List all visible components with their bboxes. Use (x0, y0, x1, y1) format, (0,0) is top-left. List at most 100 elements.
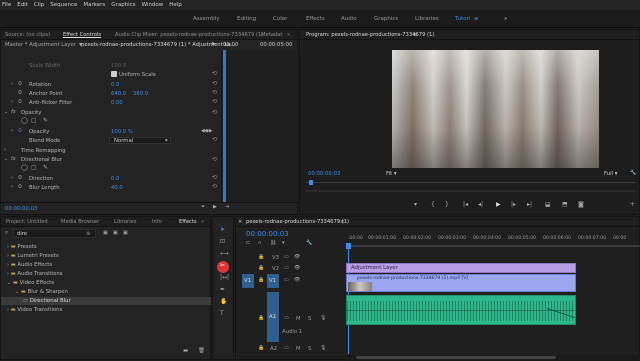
delete-icon[interactable]: 🗑 (198, 348, 205, 355)
pen-mask-icon[interactable]: ✎ (43, 165, 48, 171)
workspace-libraries[interactable]: Libraries (415, 16, 439, 22)
workspace-audio[interactable]: Audio (341, 16, 357, 22)
tab-libraries[interactable]: Libraries (114, 219, 136, 225)
microphone-icon[interactable]: 🎙 (320, 316, 326, 321)
effect-controls-more-button[interactable]: » (287, 32, 290, 38)
tab-source[interactable]: Source: (no clips) (5, 32, 50, 38)
sync-lock-icon[interactable]: ▭ (284, 266, 289, 271)
menu-sequence[interactable]: Sequence (50, 2, 77, 8)
fx-icon[interactable]: fx (11, 157, 16, 162)
close-icon[interactable]: × (238, 219, 242, 225)
workspace-more-button[interactable]: » (504, 16, 507, 22)
anchor-x-value[interactable]: 640.0 (111, 91, 126, 97)
clear-search-icon[interactable]: ⊗ (86, 231, 90, 237)
menu-file[interactable]: File (2, 2, 11, 8)
fx-icon[interactable]: fx (11, 110, 16, 115)
lift-icon[interactable]: ⬓ (545, 202, 551, 208)
ellipse-mask-icon[interactable]: ◯ (21, 165, 28, 171)
tab-info[interactable]: Info (152, 219, 162, 225)
playhead-line[interactable] (223, 50, 226, 202)
workspace-editing[interactable]: Editing (237, 16, 256, 22)
32bit-effects-icon[interactable]: ▣ (113, 231, 118, 236)
zoom-bar[interactable] (306, 190, 636, 192)
program-scrubber[interactable] (306, 182, 636, 183)
workspace-graphics[interactable]: Graphics (374, 16, 398, 22)
tab-metadata[interactable]: Metadat (261, 32, 282, 38)
hand-tool-icon[interactable]: ✋ (220, 299, 227, 305)
anchor-y-value[interactable]: 360.0 (133, 91, 148, 97)
go-to-in-icon[interactable]: |◂ (463, 202, 468, 208)
insert-sequence-icon[interactable]: ⊏ (246, 241, 250, 246)
menu-graphics[interactable]: Graphics (111, 2, 135, 8)
play-only-audio-icon[interactable]: ▶ (212, 42, 216, 47)
video-frame[interactable] (392, 50, 599, 168)
track-target-a1[interactable]: A1 (267, 292, 279, 342)
microphone-icon[interactable]: 🎙 (320, 346, 326, 351)
antiflicker-value[interactable]: 0.00 (111, 100, 123, 106)
lock-icon[interactable]: 🔒 (258, 316, 264, 321)
reset-icon[interactable]: ⟲ (212, 89, 217, 96)
list-item[interactable]: › ▬ Audio Effects (7, 262, 52, 268)
type-tool-icon[interactable]: T (220, 311, 224, 317)
extract-icon[interactable]: ⬒ (562, 202, 568, 208)
selection-tool-icon[interactable]: ➤ (220, 227, 225, 233)
reset-icon[interactable]: ⟲ (212, 174, 217, 181)
workspace-tutorials[interactable]: Tutori (455, 16, 470, 22)
workspace-effects[interactable]: Effects (306, 16, 325, 22)
sync-lock-icon[interactable]: ▭ (284, 346, 289, 351)
effect-controls-timecode[interactable]: 00:00:00:03 (5, 206, 37, 212)
menu-edit[interactable]: Edit (17, 2, 28, 8)
timeline-ruler[interactable]: :00:00 00:00:01:00 00:00:02:00 00:00:03:… (346, 234, 640, 249)
sync-lock-icon[interactable]: ▭ (284, 278, 289, 283)
lock-icon[interactable]: 🔒 (258, 346, 264, 351)
reset-icon[interactable]: ⟲ (212, 156, 217, 163)
reset-icon[interactable]: ⟲ (212, 109, 217, 116)
workspace-menu-icon[interactable]: ≡ (474, 16, 479, 22)
accelerated-effects-icon[interactable]: ▣ (103, 231, 108, 236)
blur-length-value[interactable]: 40.0 (111, 185, 123, 191)
reset-icon[interactable]: ⟲ (212, 98, 217, 105)
blend-mode-select[interactable]: Normal ▾ (109, 137, 171, 144)
list-item[interactable]: › ▬ Audio Transitions (7, 271, 63, 277)
list-item[interactable]: › ▬ Lumetri Presets (7, 253, 59, 259)
tab-effects[interactable]: Effects (179, 219, 197, 225)
video-clip[interactable]: pexels-rodnae-productions-7334679 (1).mp… (346, 274, 576, 292)
add-marker-icon[interactable]: ▾ (282, 241, 285, 246)
go-to-out-icon[interactable]: ▸| (527, 202, 532, 208)
export-icon[interactable]: ⇥ (225, 205, 229, 210)
opacity-value[interactable]: 100.0 % (111, 129, 133, 135)
stopwatch-icon[interactable]: ⏱ (18, 185, 22, 190)
timeline-settings-icon[interactable]: 🔧 (306, 241, 312, 246)
lock-icon[interactable]: 🔒 (258, 278, 264, 283)
lock-icon[interactable]: 🔒 (258, 266, 264, 271)
eye-icon[interactable]: 👁 (294, 266, 300, 271)
razor-tool-icon[interactable]: ✂ (220, 263, 225, 269)
camera-icon[interactable]: ◙ (578, 202, 584, 208)
stopwatch-icon[interactable]: ⏱ (18, 129, 22, 134)
reset-icon[interactable]: ⟲ (212, 70, 217, 77)
tab-effect-controls[interactable]: Effect Controls (63, 32, 101, 38)
keyframe-area[interactable] (222, 50, 298, 202)
list-item[interactable]: › ▬ Presets (7, 244, 37, 250)
pen-mask-icon[interactable]: ✎ (43, 118, 48, 124)
expand-antiflicker-icon[interactable]: › (11, 100, 13, 105)
uniform-scale-checkbox[interactable] (111, 71, 117, 77)
mark-in-icon[interactable]: { (431, 202, 435, 208)
menu-help[interactable]: Help (169, 2, 182, 8)
timeline-scroll-thumb[interactable] (356, 356, 556, 359)
stopwatch-icon[interactable]: ⏱ (18, 176, 22, 181)
play-icon[interactable]: ▶ (213, 205, 217, 210)
program-playhead[interactable] (309, 180, 313, 185)
add-button-icon[interactable]: + (630, 202, 635, 208)
play-icon[interactable]: ▶ (496, 202, 501, 208)
expand-time-remap-icon[interactable]: › (4, 148, 6, 153)
fit-select[interactable]: Fit ▾ (386, 171, 397, 177)
lock-icon[interactable]: 🔒 (258, 255, 264, 260)
program-menu-icon[interactable]: ≡ (413, 32, 417, 38)
timeline-scrollbar[interactable] (346, 355, 640, 361)
sync-lock-icon[interactable]: ▭ (284, 255, 289, 260)
list-item-selected[interactable]: ▭ Directional Blur (1, 297, 211, 305)
reset-icon[interactable]: ⟲ (212, 136, 217, 143)
solo-button[interactable]: S (308, 346, 311, 352)
work-area-bar[interactable] (346, 245, 640, 247)
